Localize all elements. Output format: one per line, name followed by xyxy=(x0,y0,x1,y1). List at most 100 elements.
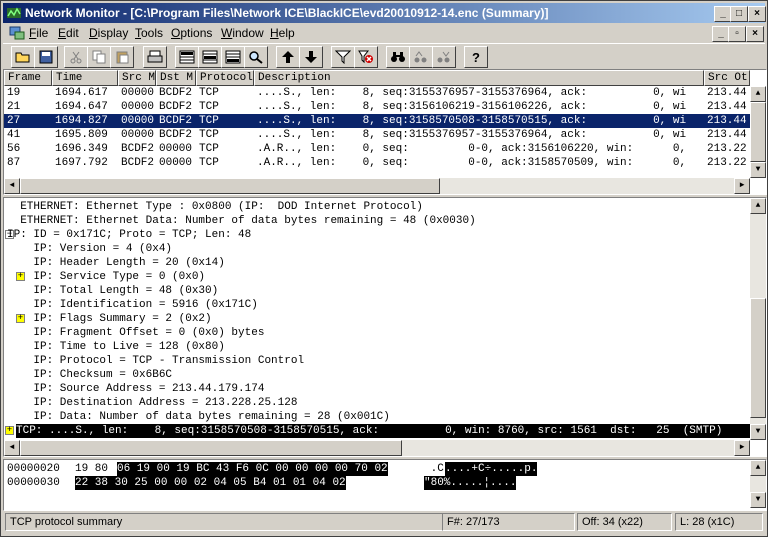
table-row[interactable]: 19 1694.617 00000 BCDF2 TCP ....S., len: 8, s… xyxy=(4,86,756,100)
funnel-icon xyxy=(335,50,351,64)
menu-bar: File Edit Display Tools Options Window H… xyxy=(3,24,765,42)
menu-edit[interactable]: Edit xyxy=(58,26,79,40)
menu-window[interactable]: Window xyxy=(221,26,264,40)
column-header-frame[interactable]: Frame xyxy=(4,70,52,86)
detail-line[interactable]: TCP: ....S., len: 8, seq:3158570508-3158… xyxy=(16,424,750,438)
main-window: Network Monitor - [C:\Program Files\Netw… xyxy=(0,0,768,537)
scroll-left-arrow-icon[interactable]: ◄ xyxy=(4,440,20,456)
scroll-up-arrow-icon[interactable]: ▲ xyxy=(750,198,766,214)
copy-button[interactable] xyxy=(87,46,111,68)
mdi-close-button[interactable]: × xyxy=(746,26,764,42)
cell-description: ....S., len: 8, seq:3155376957-315537696… xyxy=(257,87,687,99)
print-button[interactable] xyxy=(143,46,167,68)
column-header-dst-mac[interactable]: Dst M xyxy=(156,70,196,86)
hex-vertical-scrollbar[interactable]: ▲ ▼ xyxy=(750,460,766,508)
cell-description: .A.R.., len: 0, seq: 0-0, ack:3158570509… xyxy=(257,157,687,169)
scroll-up-arrow-icon[interactable]: ▲ xyxy=(750,86,766,102)
scroll-up-arrow-icon[interactable]: ▲ xyxy=(750,460,766,476)
column-header-description[interactable]: Description xyxy=(254,70,704,86)
detail-line[interactable]: IP: Protocol = TCP - Transmission Contro… xyxy=(7,354,304,368)
network-monitor-app-icon xyxy=(7,7,21,18)
column-header-src-other[interactable]: Src Ot xyxy=(704,70,750,86)
detail-vertical-scrollbar[interactable]: ▲ ▼ xyxy=(750,198,766,440)
detail-pane: ETHERNET: Ethernet Type : 0x0800 (IP: DO… xyxy=(3,197,767,457)
detail-horizontal-scrollbar[interactable]: ◄ ► xyxy=(4,440,750,456)
detail-line[interactable]: IP: Fragment Offset = 0 (0x0) bytes xyxy=(7,326,264,340)
hex-pane-button[interactable] xyxy=(221,46,245,68)
column-header-src-mac[interactable]: Src M xyxy=(118,70,156,86)
detail-pane-button[interactable] xyxy=(198,46,222,68)
cell-time: 1694.827 xyxy=(55,115,108,127)
next-frame-button[interactable] xyxy=(299,46,323,68)
scroll-thumb[interactable] xyxy=(750,298,766,418)
scroll-down-arrow-icon[interactable]: ▼ xyxy=(750,162,766,178)
table-row[interactable]: 87 1697.792 BCDF2 00000 TCP .A.R.., len: 0, s… xyxy=(4,156,756,170)
cell-description: ....S., len: 8, seq:3156106219-315610622… xyxy=(257,101,687,113)
table-row[interactable]: 41 1695.809 00000 BCDF2 TCP ....S., len: 8, s… xyxy=(4,128,756,142)
cut-button[interactable] xyxy=(64,46,88,68)
scroll-thumb[interactable] xyxy=(750,102,766,162)
hex-pane: 00000020 19 80 06 19 00 19 BC 43 F6 0C 00 … xyxy=(3,459,767,511)
detail-line[interactable]: IP: Service Type = 0 (0x0) xyxy=(7,270,205,284)
cell-src-other: 213.44 xyxy=(707,115,747,127)
detail-line[interactable]: IP: Time to Live = 128 (0x80) xyxy=(7,340,224,354)
detail-line[interactable]: ETHERNET: Ethernet Data: Number of data … xyxy=(7,214,476,228)
expand-plus-icon[interactable]: + xyxy=(5,426,14,435)
find-previous-button[interactable] xyxy=(409,46,433,68)
cell-description: ....S., len: 8, seq:3158570508-315857051… xyxy=(257,115,687,127)
column-header-time[interactable]: Time xyxy=(52,70,118,86)
menu-options[interactable]: Options xyxy=(171,26,212,40)
maximize-button[interactable]: □ xyxy=(730,6,748,22)
scroll-right-arrow-icon[interactable]: ► xyxy=(734,178,750,194)
open-button[interactable] xyxy=(11,46,35,68)
title-bar[interactable]: Network Monitor - [C:\Program Files\Netw… xyxy=(3,3,766,23)
summary-vertical-scrollbar[interactable]: ▲ ▼ xyxy=(750,86,766,178)
scroll-right-arrow-icon[interactable]: ► xyxy=(734,440,750,456)
detail-line[interactable]: IP: Version = 4 (0x4) xyxy=(7,242,172,256)
detail-line[interactable]: IP: Destination Address = 213.228.25.128 xyxy=(7,396,297,410)
detail-line[interactable]: IP: Checksum = 0x6B6C xyxy=(7,368,172,382)
paste-button[interactable] xyxy=(110,46,134,68)
table-row[interactable]: 27 1694.827 00000 BCDF2 TCP ....S., len: 8, s… xyxy=(4,114,756,128)
detail-line[interactable]: IP: Header Length = 20 (0x14) xyxy=(7,256,224,270)
filter-button[interactable] xyxy=(331,46,355,68)
table-row[interactable]: 21 1694.647 00000 BCDF2 TCP ....S., len: 8, s… xyxy=(4,100,756,114)
table-row[interactable]: 56 1696.349 BCDF2 00000 TCP .A.R.., len: 0, s… xyxy=(4,142,756,156)
cell-time: 1694.647 xyxy=(55,101,108,113)
cell-dst-mac: BCDF2 xyxy=(159,101,193,113)
hex-offset: 00000020 xyxy=(7,463,60,475)
scroll-thumb[interactable] xyxy=(20,178,440,194)
help-button[interactable]: ? xyxy=(464,46,488,68)
hex-bytes-highlighted: 22 38 30 25 00 00 02 04 05 B4 01 01 04 0… xyxy=(75,476,346,490)
menu-display[interactable]: Display xyxy=(89,26,128,40)
detail-line[interactable]: IP: Identification = 5916 (0x171C) xyxy=(7,298,257,312)
detail-line[interactable]: ETHERNET: Ethernet Type : 0x0800 (IP: DO… xyxy=(7,200,423,214)
menu-tools[interactable]: Tools xyxy=(135,26,163,40)
cell-protocol: TCP xyxy=(199,129,219,141)
menu-file[interactable]: File xyxy=(29,26,48,40)
status-length: L: 28 (x1C) xyxy=(675,513,763,531)
document-icon[interactable] xyxy=(9,25,25,41)
scroll-down-arrow-icon[interactable]: ▼ xyxy=(750,424,766,440)
summary-horizontal-scrollbar[interactable]: ◄ ► xyxy=(4,178,750,194)
detail-line[interactable]: IP: Data: Number of data bytes remaining… xyxy=(7,410,389,424)
detail-line[interactable]: IP: Flags Summary = 2 (0x2) xyxy=(7,312,211,326)
cell-src-mac: 00000 xyxy=(121,115,155,127)
find-next-button[interactable] xyxy=(432,46,456,68)
save-button[interactable] xyxy=(34,46,58,68)
detail-line[interactable]: IP: Total Length = 48 (0x30) xyxy=(7,284,218,298)
scroll-left-arrow-icon[interactable]: ◄ xyxy=(4,178,20,194)
close-button[interactable]: × xyxy=(748,6,766,22)
menu-help[interactable]: Help xyxy=(270,26,295,40)
column-header-protocol[interactable]: Protocol xyxy=(196,70,254,86)
apply-filter-button[interactable] xyxy=(354,46,378,68)
mdi-restore-button[interactable]: ▫ xyxy=(728,26,746,42)
detail-line[interactable]: IP: ID = 0x171C; Proto = TCP; Len: 48 xyxy=(7,228,251,242)
scroll-thumb[interactable] xyxy=(20,440,402,456)
detail-line[interactable]: IP: Source Address = 213.44.179.174 xyxy=(7,382,264,396)
find-button[interactable] xyxy=(386,46,410,68)
previous-frame-button[interactable] xyxy=(276,46,300,68)
summary-pane-button[interactable] xyxy=(175,46,199,68)
zoom-button[interactable] xyxy=(244,46,268,68)
scroll-down-arrow-icon[interactable]: ▼ xyxy=(750,492,766,508)
